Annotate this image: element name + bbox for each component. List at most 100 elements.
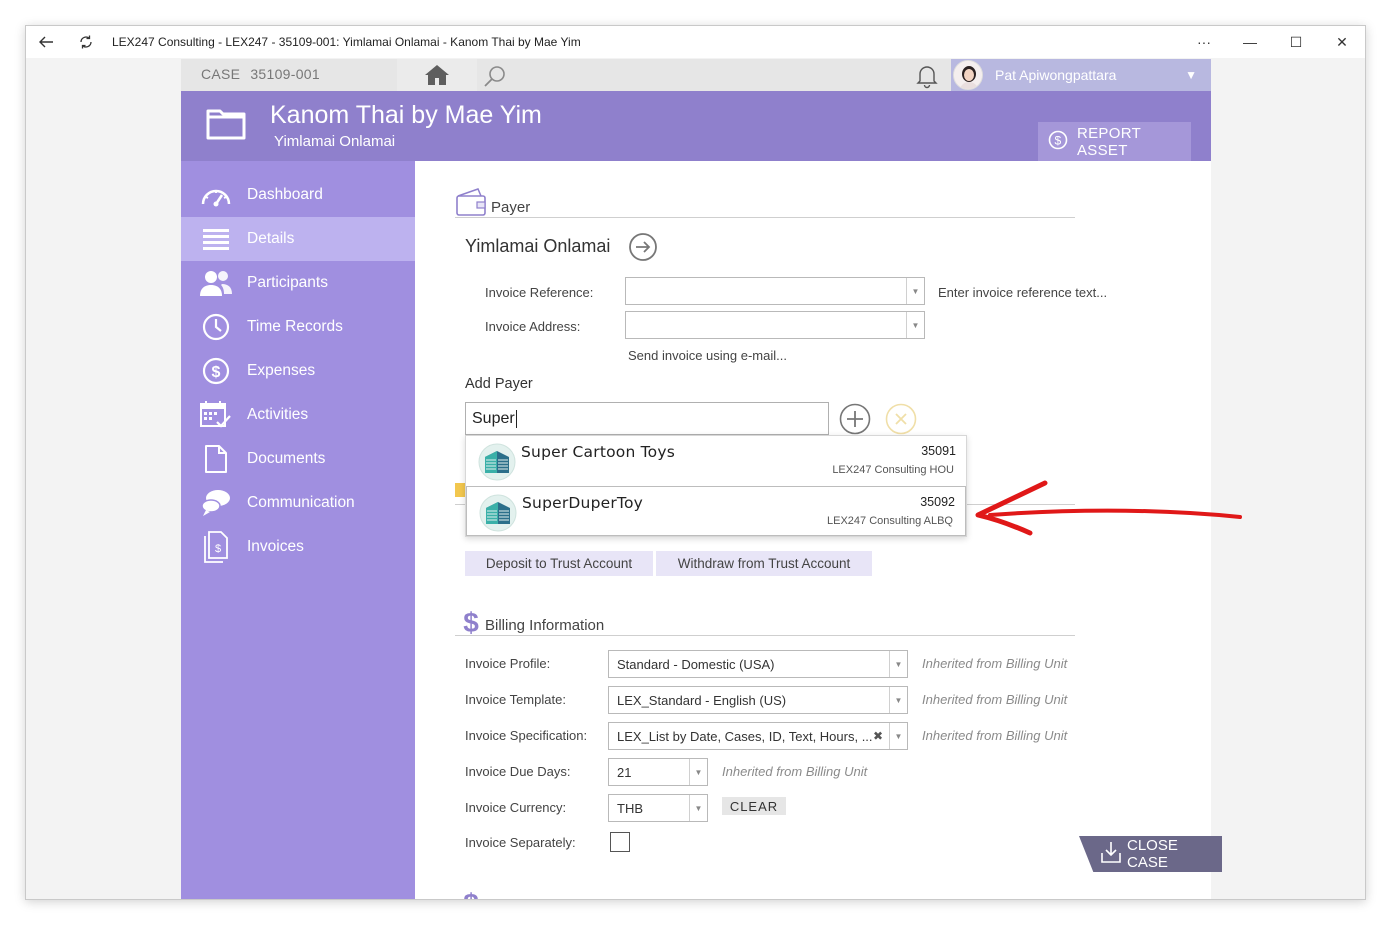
invoice-reference-combo[interactable]: ▼ <box>625 277 925 305</box>
sidebar-item-label: Time Records <box>247 318 343 335</box>
chevron-down-icon: ▼ <box>1185 68 1197 82</box>
invoice-address-combo[interactable]: ▼ <box>625 311 925 339</box>
annotation-arrow <box>975 480 1242 536</box>
invoice-template-label: Invoice Template: <box>465 692 566 707</box>
text-caret <box>515 409 517 428</box>
document-icon <box>199 442 233 476</box>
sidebar-item-label: Expenses <box>247 362 316 379</box>
chevron-down-icon[interactable]: ▼ <box>689 795 707 821</box>
chevron-down-icon[interactable]: ▼ <box>889 687 907 713</box>
invoice-due-days-label: Invoice Due Days: <box>465 764 571 779</box>
payer-section-title: Payer <box>491 199 531 216</box>
list-item[interactable]: SuperDuperToy 35092 LEX247 Consulting AL… <box>466 486 966 536</box>
divider <box>455 217 1075 218</box>
inherited-note: Inherited from Billing Unit <box>922 728 1068 743</box>
send-invoice-email-link[interactable]: Send invoice using e-mail... <box>628 348 787 363</box>
close-button[interactable]: ✕ <box>1319 26 1365 58</box>
clear-currency-button[interactable]: CLEAR <box>722 797 786 815</box>
sidebar-item-label: Documents <box>247 450 326 467</box>
sidebar-item-activities[interactable]: Activities <box>181 393 415 437</box>
svg-text:$: $ <box>1055 133 1062 147</box>
invoice-currency-value: THB <box>617 800 643 816</box>
invoice-due-days-value: 21 <box>617 764 632 780</box>
add-payer-search-input[interactable]: Super <box>465 402 829 435</box>
clear-x-icon[interactable]: ✖ <box>873 729 883 743</box>
more-button[interactable]: ··· <box>1181 26 1227 58</box>
chevron-down-icon[interactable]: ▼ <box>906 278 924 304</box>
invoice-due-days-combo[interactable]: 21 ▼ <box>608 758 708 786</box>
divider <box>455 635 1075 636</box>
search-value: Super <box>472 409 515 427</box>
download-tray-icon <box>1101 841 1121 867</box>
sidebar-item-details[interactable]: Details <box>181 217 415 261</box>
back-arrow-icon <box>39 36 53 48</box>
case-title: Kanom Thai by Mae Yim <box>270 101 542 129</box>
sidebar-item-label: Activities <box>247 406 309 423</box>
list-item[interactable]: Super Cartoon Toys 35091 LEX247 Consulti… <box>466 436 966 486</box>
dollar-circle-icon: $ <box>1048 130 1068 154</box>
invoice-profile-combo[interactable]: Standard - Domestic (USA) ▼ <box>608 650 908 678</box>
report-asset-button[interactable]: $ REPORT ASSET <box>1038 122 1191 161</box>
invoice-profile-value: Standard - Domestic (USA) <box>617 656 775 672</box>
home-button[interactable] <box>397 59 477 91</box>
result-name: SuperDuperToy <box>522 494 644 512</box>
folder-icon <box>205 105 247 146</box>
invoice-separately-label: Invoice Separately: <box>465 835 576 850</box>
close-case-button[interactable]: CLOSE CASE <box>1079 836 1222 872</box>
sidebar-item-time-records[interactable]: Time Records <box>181 305 415 349</box>
maximize-button[interactable]: ☐ <box>1273 26 1319 58</box>
sidebar-item-participants[interactable]: Participants <box>181 261 415 305</box>
deposit-trust-button[interactable]: Deposit to Trust Account <box>465 551 653 576</box>
chevron-down-icon[interactable]: ▼ <box>689 759 707 785</box>
dollar-sign-icon: $ <box>463 889 479 899</box>
withdraw-trust-button[interactable]: Withdraw from Trust Account <box>656 551 872 576</box>
sidebar-item-documents[interactable]: Documents <box>181 437 415 481</box>
result-office: LEX247 Consulting HOU <box>832 464 954 476</box>
chevron-down-icon[interactable]: ▼ <box>889 651 907 677</box>
back-button[interactable] <box>26 26 66 58</box>
result-name: Super Cartoon Toys <box>521 443 675 461</box>
invoice-icon: $ <box>199 530 233 564</box>
result-office: LEX247 Consulting ALBQ <box>827 515 953 527</box>
sidebar-item-communication[interactable]: Communication <box>181 481 415 525</box>
bell-icon <box>916 66 938 89</box>
invoice-separately-checkbox[interactable] <box>610 832 630 852</box>
user-menu[interactable]: Pat Apiwongpattara ▼ <box>951 59 1211 91</box>
svg-text:$: $ <box>463 608 479 636</box>
people-icon <box>199 266 233 300</box>
svg-text:$: $ <box>215 543 221 555</box>
payer-search-results: Super Cartoon Toys 35091 LEX247 Consulti… <box>465 435 967 537</box>
invoice-specification-combo[interactable]: LEX_List by Date, Cases, ID, Text, Hours… <box>608 722 908 750</box>
sidebar-item-dashboard[interactable]: Dashboard <box>181 173 415 217</box>
sidebar-item-label: Participants <box>247 274 328 291</box>
building-logo-icon <box>478 443 516 481</box>
billing-section-title: Billing Information <box>485 617 605 634</box>
chevron-down-icon[interactable]: ▼ <box>906 312 924 338</box>
sidebar-item-invoices[interactable]: $ Invoices <box>181 525 415 569</box>
case-indicator: CASE 35109-001 <box>201 66 320 82</box>
calendar-check-icon <box>199 398 233 432</box>
cancel-circle-icon[interactable] <box>885 403 917 435</box>
browser-window: LEX247 Consulting - LEX247 - 35109-001: … <box>25 25 1366 900</box>
building-logo-icon <box>479 494 517 532</box>
arrow-right-circle-icon[interactable] <box>628 232 658 262</box>
clock-icon <box>199 310 233 344</box>
invoice-address-label: Invoice Address: <box>485 319 581 334</box>
notifications-button[interactable] <box>914 63 940 89</box>
dollar-sign-icon: $ <box>463 608 479 636</box>
invoice-template-combo[interactable]: LEX_Standard - English (US) ▼ <box>608 686 908 714</box>
chat-bubbles-icon <box>199 486 233 520</box>
search-button[interactable] <box>481 62 509 90</box>
chevron-down-icon[interactable]: ▼ <box>889 723 907 749</box>
refresh-button[interactable] <box>66 26 106 58</box>
add-circle-icon[interactable] <box>839 403 871 435</box>
invoice-reference-hint: Enter invoice reference text... <box>938 285 1108 300</box>
user-name: Pat Apiwongpattara <box>995 67 1117 83</box>
invoice-currency-combo[interactable]: THB ▼ <box>608 794 708 822</box>
window-title: LEX247 Consulting - LEX247 - 35109-001: … <box>112 35 581 49</box>
minimize-button[interactable]: — <box>1227 26 1273 58</box>
inherited-note: Inherited from Billing Unit <box>922 692 1068 707</box>
avatar-photo-icon <box>954 61 982 89</box>
invoice-specification-label: Invoice Specification: <box>465 728 588 743</box>
sidebar-item-expenses[interactable]: $ Expenses <box>181 349 415 393</box>
